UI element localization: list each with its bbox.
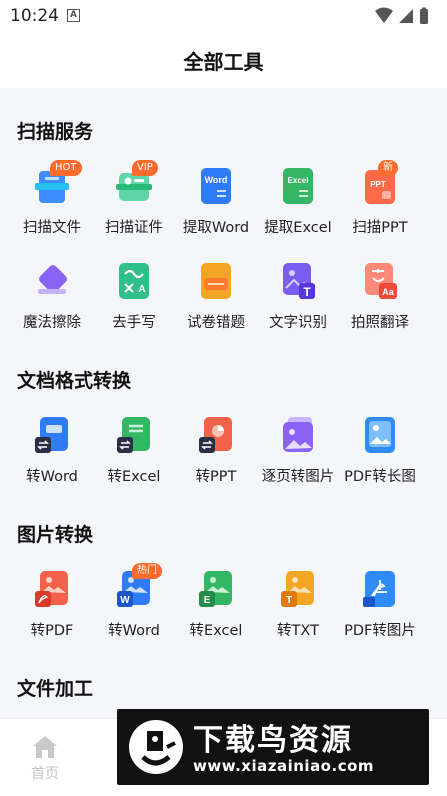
tool-label: 扫描PPT <box>352 220 408 236</box>
exam-icon <box>201 263 231 299</box>
section-title-scan: 扫描服务 <box>17 121 94 143</box>
tool-pdf-to-image[interactable]: PDF转图片 <box>338 570 418 650</box>
text-recognition-icon: T <box>283 263 315 299</box>
hot-badge: HOT <box>50 160 82 176</box>
notification-icon: A <box>67 9 80 22</box>
image-to-txt-icon: T <box>281 571 314 607</box>
remove-handwriting-icon: A <box>119 263 149 299</box>
tab-home-label: 首页 <box>31 766 59 782</box>
tool-image-to-txt[interactable]: T 转TXT <box>256 570 336 650</box>
word-icon-text: Word <box>205 175 228 185</box>
photo-translate-icon: Aa <box>365 263 397 299</box>
wifi-icon <box>375 7 393 23</box>
tool-label: PDF转长图 <box>344 469 416 485</box>
image-to-pdf-icon <box>35 571 68 607</box>
excel-icon-text: Excel <box>288 176 309 185</box>
bird-logo-icon <box>129 720 183 774</box>
tab-home[interactable]: 首页 <box>22 733 68 785</box>
tool-extract-excel[interactable]: Excel 提取Excel <box>256 167 336 247</box>
status-indicators <box>375 7 428 24</box>
watermark-banner: 下载鸟资源 www.xiazainiao.com <box>117 709 429 785</box>
pdf-to-long-image-icon <box>365 417 395 453</box>
popular-badge: 热门 <box>132 563 162 579</box>
new-badge: 新 <box>378 160 398 176</box>
page-header: 全部工具 <box>0 32 447 88</box>
eraser-icon <box>38 265 67 294</box>
svg-text:A: A <box>138 284 145 295</box>
svg-text:T: T <box>303 285 311 299</box>
tool-convert-word[interactable]: 转Word <box>10 416 90 496</box>
convert-excel-icon <box>117 417 150 453</box>
page-to-image-icon <box>283 417 313 452</box>
tool-convert-ppt[interactable]: 转PPT <box>174 416 254 496</box>
excel-icon: Excel <box>283 168 313 204</box>
tool-pdf-to-long-image[interactable]: PDF转长图 <box>338 416 418 496</box>
tool-photo-translate[interactable]: Aa 拍照翻译 <box>338 262 418 342</box>
w-icon-text: W <box>120 595 130 606</box>
section-title-image-convert: 图片转换 <box>17 524 94 546</box>
tool-magic-eraser[interactable]: 魔法擦除 <box>10 262 90 342</box>
tool-image-to-pdf[interactable]: 转PDF <box>10 570 90 650</box>
watermark-title: 下载鸟资源 <box>193 723 353 758</box>
tool-image-to-word[interactable]: W 热门 转Word <box>92 563 172 650</box>
tool-convert-excel[interactable]: 转Excel <box>92 416 172 496</box>
tool-extract-word[interactable]: Word 提取Word <box>174 167 254 247</box>
tool-label: 拍照翻译 <box>351 315 409 331</box>
convert-ppt-icon <box>199 417 232 453</box>
tool-exam-mistakes[interactable]: 试卷错题 <box>174 262 254 342</box>
section-title-file-processing: 文件加工 <box>17 678 94 700</box>
e-icon-text: E <box>204 595 211 606</box>
tool-page-to-image[interactable]: 逐页转图片 <box>256 416 336 496</box>
tool-image-to-excel[interactable]: E 转Excel <box>174 570 254 650</box>
watermark-url: www.xiazainiao.com <box>193 757 375 775</box>
image-to-excel-icon: E <box>199 571 232 607</box>
signal-icon <box>399 9 413 23</box>
tool-text-recognition[interactable]: T 文字识别 <box>256 262 336 342</box>
word-icon: Word <box>201 168 231 204</box>
tool-label: PDF转图片 <box>344 623 416 639</box>
aa-icon-text: Aa <box>382 287 394 297</box>
section-title-doc-convert: 文档格式转换 <box>17 370 132 392</box>
tool-scan-ppt[interactable]: PPT 新 扫描PPT <box>338 160 418 247</box>
convert-word-icon <box>35 417 68 453</box>
pdf-to-image-icon <box>363 571 395 607</box>
tool-scan-id[interactable]: VIP 扫描证件 <box>92 160 172 247</box>
t-icon-text: T <box>286 595 292 606</box>
vip-badge: VIP <box>132 160 158 176</box>
status-time: 10:24 <box>10 6 59 26</box>
tool-remove-handwriting[interactable]: A 去手写 <box>92 262 172 342</box>
page-title: 全部工具 <box>183 50 264 74</box>
ppt-icon-text: PPT <box>370 180 386 189</box>
tool-scan-file[interactable]: HOT 扫描文件 <box>10 160 90 247</box>
status-bar: 10:24 A <box>0 0 447 32</box>
home-icon <box>33 736 57 758</box>
battery-icon <box>420 9 428 24</box>
